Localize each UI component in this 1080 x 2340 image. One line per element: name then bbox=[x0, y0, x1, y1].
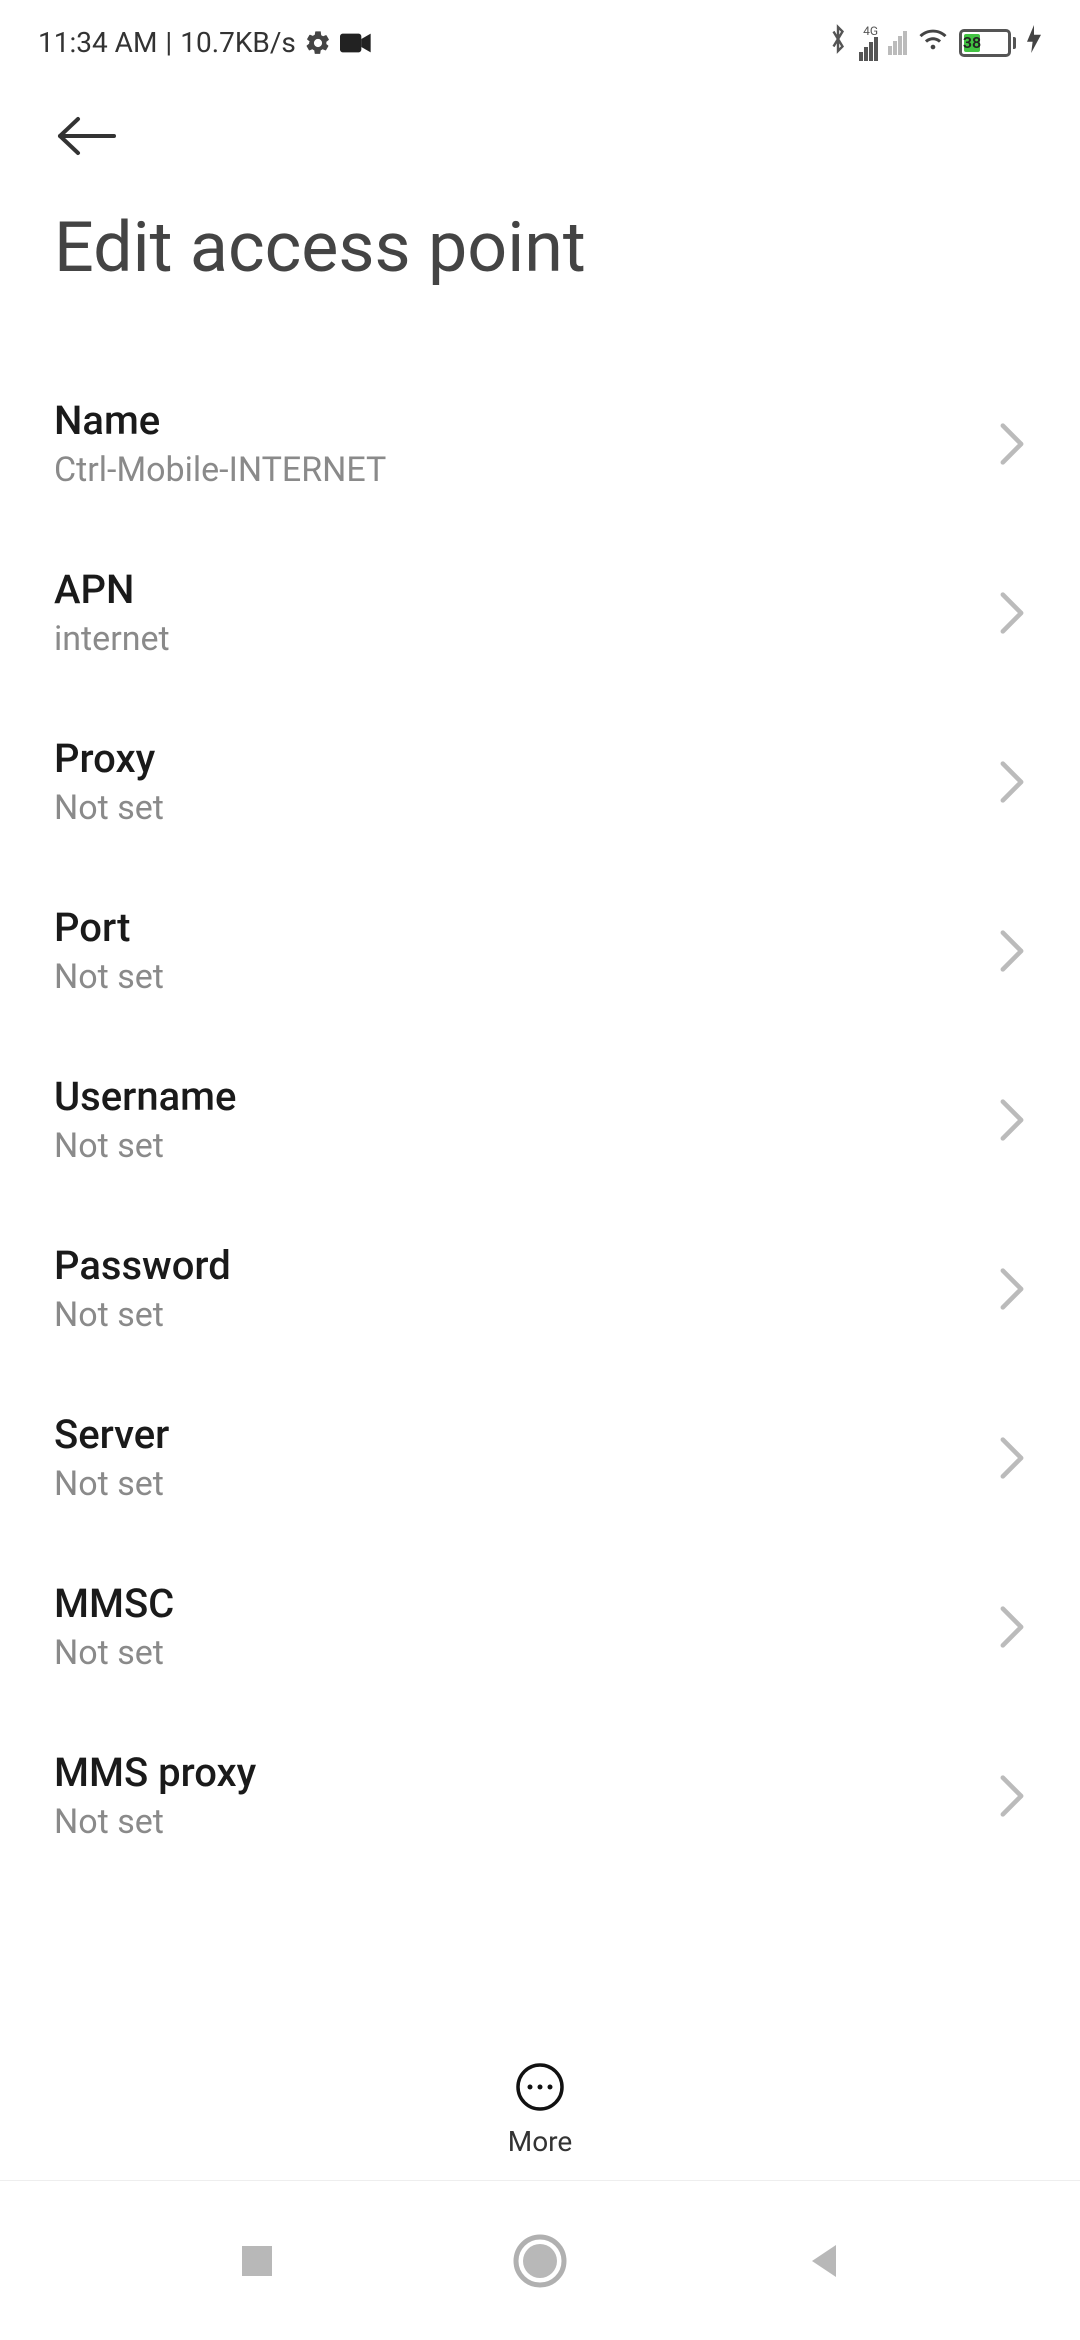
row-value: Not set bbox=[54, 1802, 256, 1842]
more-label: More bbox=[508, 2125, 573, 2158]
signal-sim2 bbox=[888, 31, 907, 55]
more-action[interactable]: More bbox=[0, 2031, 1080, 2178]
row-mms-proxy[interactable]: MMS proxy Not set bbox=[54, 1711, 1026, 1880]
row-label: Username bbox=[54, 1073, 236, 1120]
row-label: Server bbox=[54, 1411, 169, 1458]
back-arrow-icon bbox=[56, 115, 118, 157]
status-divider: | bbox=[165, 26, 172, 59]
row-port[interactable]: Port Not set bbox=[54, 866, 1026, 1035]
status-right: 4G 38 bbox=[827, 24, 1042, 61]
row-value: Not set bbox=[54, 1295, 231, 1335]
chevron-right-icon bbox=[998, 1436, 1026, 1480]
chevron-right-icon bbox=[998, 1267, 1026, 1311]
row-username[interactable]: Username Not set bbox=[54, 1035, 1026, 1204]
row-value: Not set bbox=[54, 957, 164, 997]
battery-icon: 38 bbox=[959, 29, 1016, 57]
row-mmsc[interactable]: MMSC Not set bbox=[54, 1542, 1026, 1711]
row-label: Name bbox=[54, 397, 386, 444]
wifi-icon bbox=[917, 26, 949, 59]
triangle-back-icon bbox=[804, 2241, 842, 2281]
more-icon bbox=[514, 2061, 566, 2113]
row-value: internet bbox=[54, 619, 170, 659]
row-proxy[interactable]: Proxy Not set bbox=[54, 697, 1026, 866]
row-label: MMSC bbox=[54, 1580, 174, 1627]
chevron-right-icon bbox=[998, 591, 1026, 635]
row-name[interactable]: Name Ctrl-Mobile-INTERNET bbox=[54, 359, 1026, 528]
chevron-right-icon bbox=[998, 1098, 1026, 1142]
row-value: Not set bbox=[54, 1633, 174, 1673]
row-label: APN bbox=[54, 566, 170, 613]
status-bar: 11:34 AM | 10.7KB/s 4G 38 bbox=[0, 0, 1080, 75]
gear-icon bbox=[304, 29, 332, 57]
chevron-right-icon bbox=[998, 760, 1026, 804]
nav-recent[interactable] bbox=[238, 2242, 276, 2280]
row-password[interactable]: Password Not set bbox=[54, 1204, 1026, 1373]
chevron-right-icon bbox=[998, 929, 1026, 973]
row-value: Ctrl-Mobile-INTERNET bbox=[54, 450, 386, 490]
row-apn[interactable]: APN internet bbox=[54, 528, 1026, 697]
square-icon bbox=[238, 2242, 276, 2280]
chevron-right-icon bbox=[998, 422, 1026, 466]
row-value: Not set bbox=[54, 1464, 169, 1504]
status-time: 11:34 AM bbox=[38, 26, 157, 59]
row-label: Password bbox=[54, 1242, 231, 1289]
nav-back[interactable] bbox=[804, 2241, 842, 2281]
status-net-speed: 10.7KB/s bbox=[180, 26, 296, 59]
back-button[interactable] bbox=[0, 75, 1080, 177]
chevron-right-icon bbox=[998, 1774, 1026, 1818]
settings-list: Name Ctrl-Mobile-INTERNET APN internet P… bbox=[0, 359, 1080, 1880]
row-value: Not set bbox=[54, 1126, 236, 1166]
row-label: Port bbox=[54, 904, 164, 951]
bluetooth-icon bbox=[827, 24, 849, 61]
row-server[interactable]: Server Not set bbox=[54, 1373, 1026, 1542]
nav-home[interactable] bbox=[513, 2234, 567, 2288]
chevron-right-icon bbox=[998, 1605, 1026, 1649]
row-value: Not set bbox=[54, 788, 164, 828]
video-camera-icon bbox=[340, 31, 372, 55]
battery-fill: 38 bbox=[964, 34, 980, 52]
status-left: 11:34 AM | 10.7KB/s bbox=[38, 26, 372, 59]
charging-icon bbox=[1026, 25, 1042, 60]
navigation-bar bbox=[0, 2180, 1080, 2340]
row-label: Proxy bbox=[54, 735, 164, 782]
page-title: Edit access point bbox=[0, 177, 1080, 359]
circle-icon bbox=[513, 2234, 567, 2288]
signal-sim1: 4G bbox=[859, 25, 878, 61]
row-label: MMS proxy bbox=[54, 1749, 256, 1796]
